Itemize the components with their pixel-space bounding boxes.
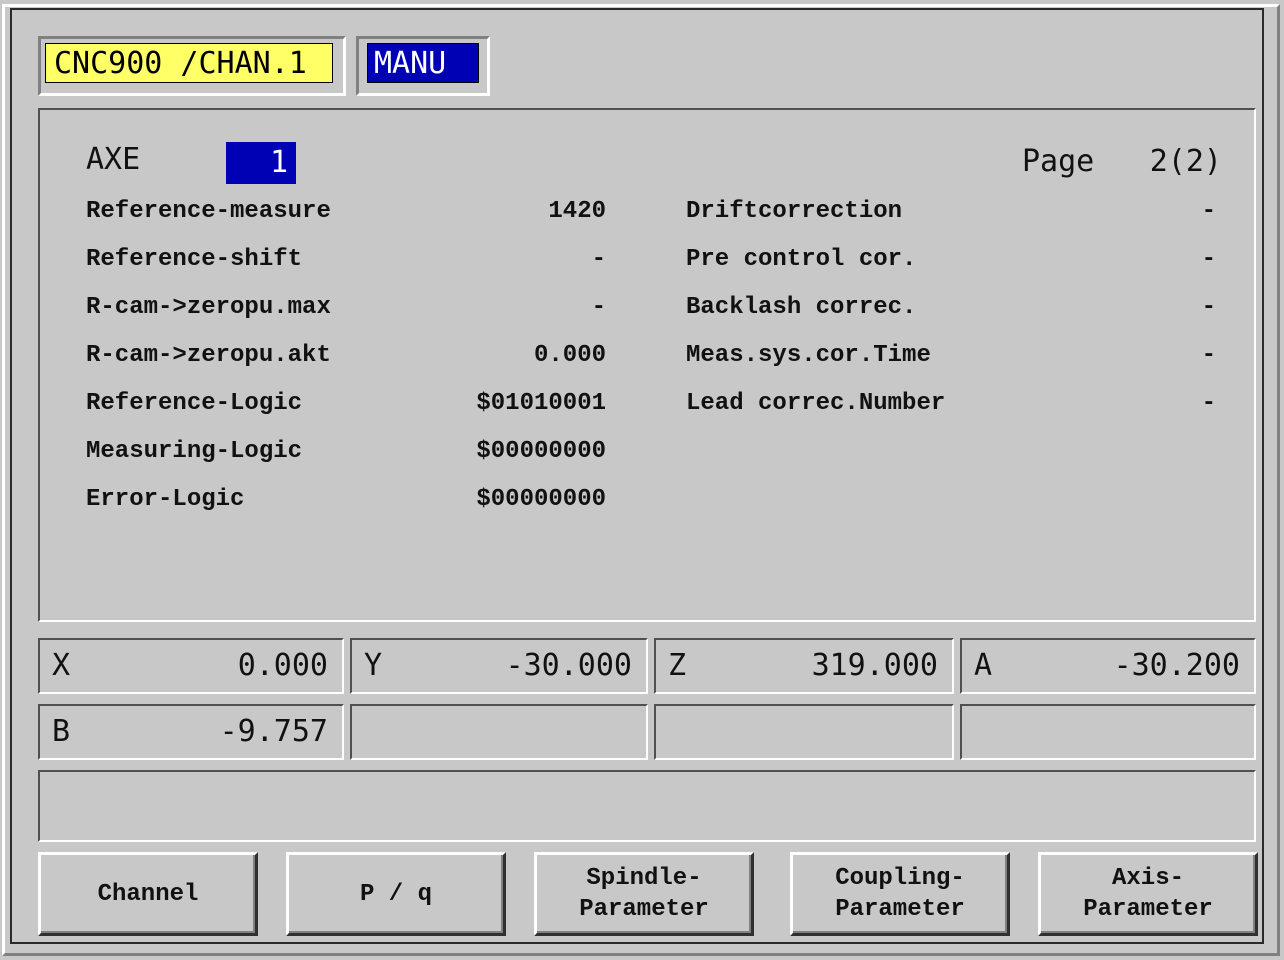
- channel-label: CNC900 /CHAN.1: [45, 43, 333, 83]
- param-value: -: [591, 246, 606, 273]
- page-number: 2(2): [1149, 144, 1222, 179]
- param-value: $00000000: [476, 438, 606, 465]
- axe-label: AXE: [86, 142, 141, 177]
- param-label: Measuring-Logic: [86, 438, 303, 465]
- page-label: Page: [1022, 144, 1095, 179]
- mode-label: MANU: [367, 43, 479, 83]
- softkey-label: Spindle- Parameter: [579, 865, 709, 923]
- softkey-label: Axis- Parameter: [1083, 865, 1213, 923]
- param-value: -: [591, 294, 606, 321]
- param-label: Meas.sys.cor.Time: [686, 342, 931, 369]
- axis-name: Y: [364, 648, 383, 683]
- param-value: -: [1201, 294, 1216, 321]
- axis-position: 319.000: [811, 648, 938, 683]
- channel-indicator: CNC900 /CHAN.1: [38, 36, 346, 96]
- param-label: Driftcorrection: [686, 198, 903, 225]
- softkey-label: Coupling- Parameter: [835, 865, 965, 923]
- softkey-spindle-parameter[interactable]: Spindle- Parameter: [534, 852, 754, 936]
- position-cell-a: A -30.200: [960, 638, 1256, 694]
- axis-name: B: [52, 714, 71, 749]
- param-label: Reference-Logic: [86, 390, 303, 417]
- axis-position: 0.000: [237, 648, 328, 683]
- param-label: Backlash correc.: [686, 294, 917, 321]
- axis-name: Z: [668, 648, 687, 683]
- position-cell-empty: [960, 704, 1256, 760]
- param-value: 0.000: [533, 342, 606, 369]
- mode-indicator: MANU: [356, 36, 490, 96]
- axis-name: A: [974, 648, 993, 683]
- param-value: $01010001: [476, 390, 606, 417]
- softkey-p-q[interactable]: P / q: [286, 852, 506, 936]
- axis-name: X: [52, 648, 71, 683]
- position-cell-b: B -9.757: [38, 704, 344, 760]
- param-value: 1420: [548, 198, 606, 225]
- softkey-label: Channel: [97, 880, 199, 908]
- param-value: -: [1201, 246, 1216, 273]
- message-line: [38, 770, 1256, 842]
- param-value: -: [1201, 390, 1216, 417]
- param-label: R-cam->zeropu.akt: [86, 342, 331, 369]
- position-cell-empty: [350, 704, 648, 760]
- softkey-label: P / q: [359, 880, 432, 908]
- axis-position: -30.200: [1113, 648, 1240, 683]
- position-cell-x: X 0.000: [38, 638, 344, 694]
- softkey-coupling-parameter[interactable]: Coupling- Parameter: [790, 852, 1010, 936]
- param-label: Reference-measure: [86, 198, 331, 225]
- axe-number-field[interactable]: 1: [226, 142, 296, 184]
- axis-position: -30.000: [505, 648, 632, 683]
- param-label: R-cam->zeropu.max: [86, 294, 331, 321]
- param-value: -: [1201, 198, 1216, 225]
- position-cell-y: Y -30.000: [350, 638, 648, 694]
- param-label: Reference-shift: [86, 246, 303, 273]
- axis-position: -9.757: [219, 714, 328, 749]
- position-cell-z: Z 319.000: [654, 638, 954, 694]
- softkey-axis-parameter[interactable]: Axis- Parameter: [1038, 852, 1258, 936]
- param-label: Error-Logic: [86, 486, 245, 513]
- param-value: $00000000: [476, 486, 606, 513]
- position-cell-empty: [654, 704, 954, 760]
- param-label: Lead correc.Number: [686, 390, 946, 417]
- param-label: Pre control cor.: [686, 246, 917, 273]
- param-value: -: [1201, 342, 1216, 369]
- softkey-channel[interactable]: Channel: [38, 852, 258, 936]
